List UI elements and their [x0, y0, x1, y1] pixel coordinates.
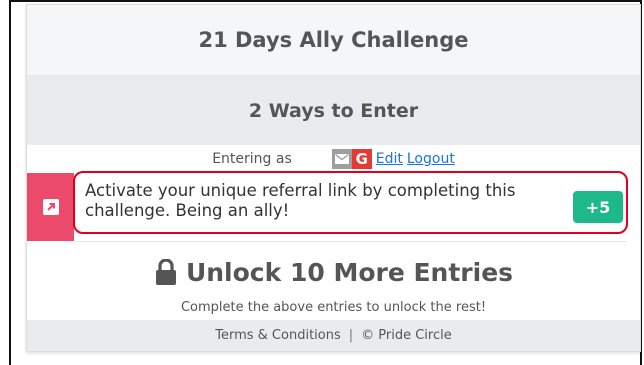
unlock-heading: Unlock 10 More Entries: [27, 251, 640, 293]
entering-as-label: Entering as: [212, 151, 292, 167]
lock-icon: [155, 259, 176, 285]
footer: Terms & Conditions | © Pride Circle: [27, 320, 640, 351]
entry-text: Activate your unique referral link by co…: [85, 181, 516, 220]
terms-link[interactable]: Terms & Conditions: [215, 328, 341, 343]
challenge-title: 21 Days Ally Challenge: [27, 5, 640, 76]
gleam-widget: 21 Days Ally Challenge 2 Ways to Enter E…: [26, 4, 641, 352]
entry-row[interactable]: Activate your unique referral link by co…: [27, 173, 640, 242]
google-icon[interactable]: G: [351, 149, 372, 169]
ways-to-enter: 2 Ways to Enter: [27, 76, 640, 145]
frame-top-border: [9, 0, 642, 2]
frame-left-border: [9, 0, 11, 365]
unlock-subtext: Complete the above entries to unlock the…: [180, 299, 487, 315]
entering-as-row: Entering as G Edit Logout: [27, 145, 640, 173]
footer-separator: |: [348, 328, 354, 343]
mail-icon[interactable]: [331, 149, 352, 169]
edit-link[interactable]: Edit: [376, 151, 403, 167]
points-badge: +5: [573, 191, 623, 223]
external-link-icon: [27, 173, 74, 241]
logout-link[interactable]: Logout: [407, 151, 455, 167]
copyright-text: © Pride Circle: [361, 328, 452, 343]
unlock-title: Unlock 10 More Entries: [185, 257, 514, 287]
